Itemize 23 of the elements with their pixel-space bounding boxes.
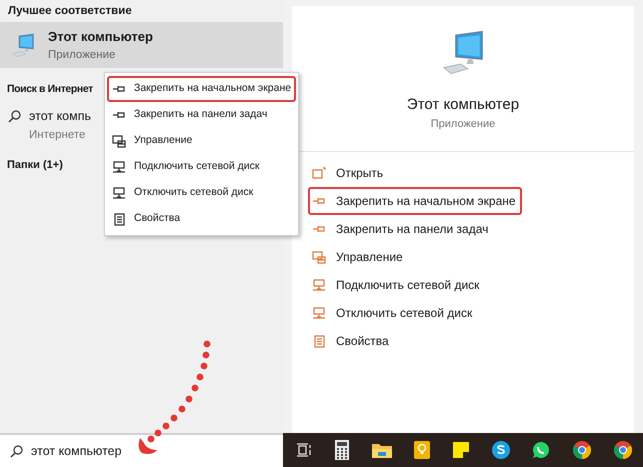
action-label: Свойства: [336, 333, 389, 350]
action-label: Открыть: [336, 165, 384, 182]
item-title: этот компь: [29, 109, 91, 124]
app-title: Этот компьютер: [406, 96, 520, 114]
action-label: Подключить сетевой диск: [336, 277, 480, 294]
menu-label: Закрепить на панели задач: [134, 107, 268, 122]
item-subtitle: Интернете: [29, 128, 86, 142]
menu-label: Подключить сетевой диск: [134, 159, 260, 174]
menu-label: Отключить сетевой диск: [134, 185, 254, 200]
action-label: Управление: [336, 249, 403, 266]
action-label: Закрепить на начальном экране: [336, 193, 516, 210]
menu-label: Закрепить на начальном экране: [134, 81, 292, 96]
app-subtitle: Приложение: [430, 118, 496, 131]
section-heading: Папки (1+): [6, 158, 63, 172]
item-subtitle: Приложение: [48, 48, 116, 62]
action-label: Отключить сетевой диск: [336, 305, 472, 322]
action-label: Закрепить на панели задач: [336, 221, 488, 238]
section-heading: Лучшее соответствие: [7, 4, 132, 19]
menu-label: Свойства: [134, 211, 182, 226]
section-heading: Поиск в Интернет: [6, 82, 93, 96]
search-text: этот компьютер: [31, 442, 122, 460]
item-title: Этот компьютер: [48, 28, 153, 44]
menu-label: Управление: [134, 133, 194, 148]
